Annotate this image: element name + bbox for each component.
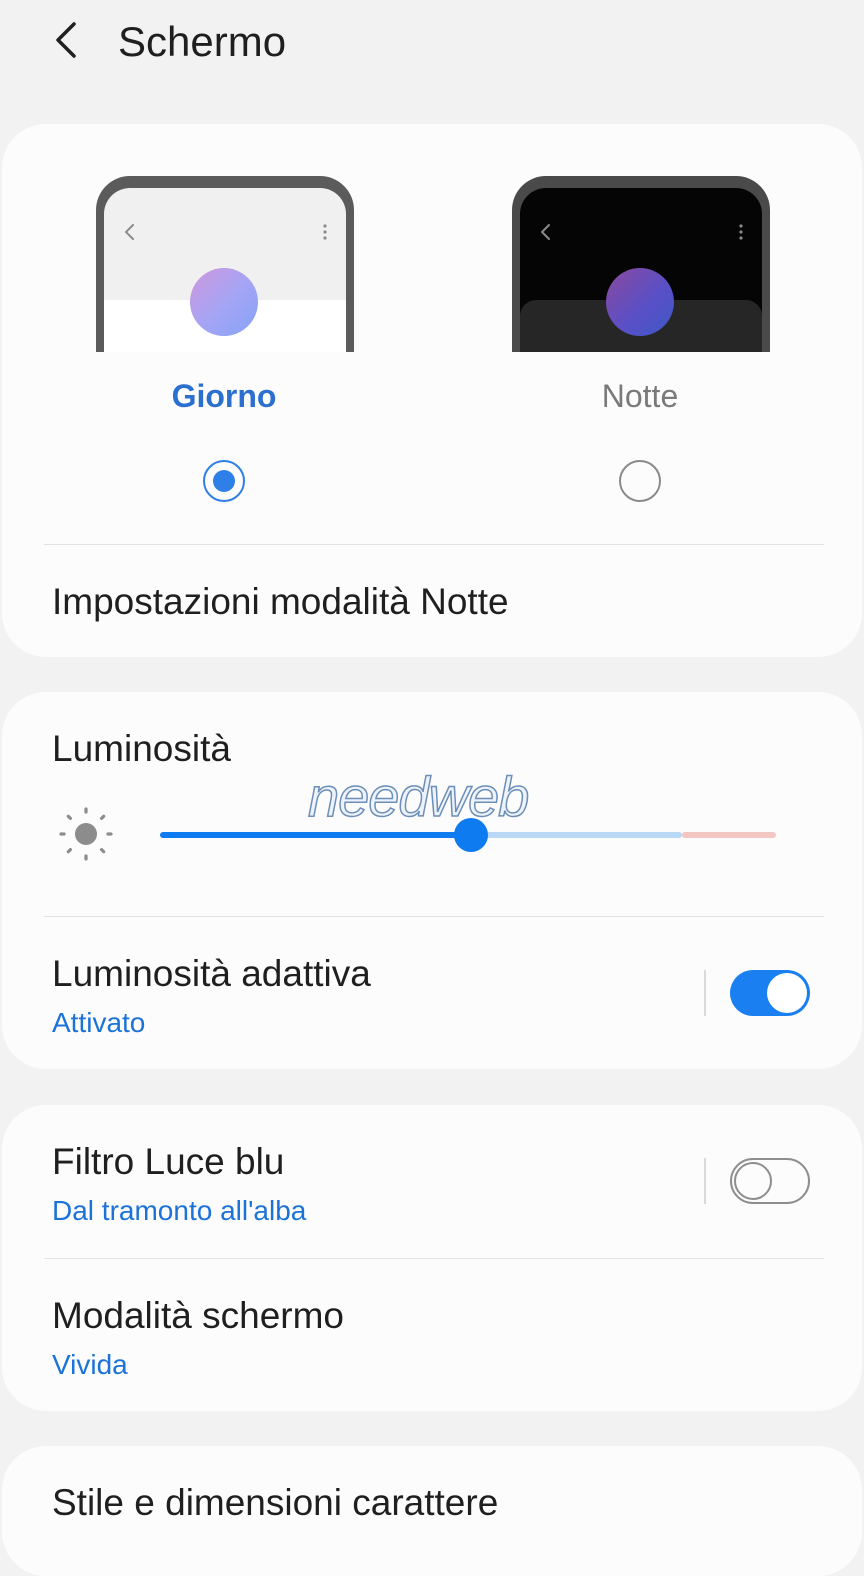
- night-theme-label: Notte: [601, 378, 679, 414]
- sun-icon: [59, 807, 113, 861]
- chevron-left-icon: [56, 22, 76, 58]
- brightness-card: Luminosità needweb Luminosità adattiva A…: [2, 692, 862, 1069]
- page-title: Schermo: [118, 18, 287, 65]
- brightness-title: Luminosità: [52, 728, 231, 769]
- font-card: Stile e dimensioni carattere: [2, 1446, 862, 1576]
- adaptive-brightness-label: Luminosità adattiva: [52, 953, 371, 994]
- blue-light-filter-status: Dal tramonto all'alba: [52, 1195, 307, 1226]
- theme-option-night[interactable]: Notte: [490, 174, 790, 554]
- adaptive-brightness-toggle[interactable]: [730, 970, 810, 1016]
- screen-mode-item[interactable]: Modalità schermo Vivida: [2, 1259, 862, 1411]
- more-vertical-icon: [323, 224, 327, 240]
- back-button[interactable]: [46, 18, 90, 62]
- vertical-separator: [704, 1158, 706, 1204]
- vertical-separator: [704, 970, 706, 1016]
- chevron-left-icon: [125, 224, 134, 240]
- day-theme-preview: [96, 176, 354, 352]
- slider-track-filled: [160, 832, 470, 838]
- toggle-knob: [734, 1162, 772, 1200]
- night-theme-preview: [512, 176, 770, 352]
- slider-track-high: [682, 832, 776, 838]
- blue-light-filter-item[interactable]: Filtro Luce blu Dal tramonto all'alba: [2, 1105, 862, 1258]
- more-vertical-icon: [739, 224, 743, 240]
- watermark: needweb: [307, 764, 530, 829]
- night-theme-radio[interactable]: [619, 460, 661, 502]
- screen-mode-label: Modalità schermo: [52, 1295, 345, 1336]
- blue-light-filter-toggle[interactable]: [730, 1158, 810, 1204]
- day-theme-label: Giorno: [171, 378, 277, 414]
- display-card: Filtro Luce blu Dal tramonto all'alba Mo…: [2, 1105, 862, 1411]
- preview-orb: [606, 268, 674, 336]
- night-mode-settings-item[interactable]: Impostazioni modalità Notte: [2, 545, 862, 657]
- theme-card: Giorno Notte Impostazioni modalità Notte: [2, 124, 862, 657]
- screen-mode-value: Vivida: [52, 1349, 128, 1380]
- toggle-knob: [767, 973, 807, 1013]
- day-theme-radio[interactable]: [203, 460, 245, 502]
- chevron-left-icon: [541, 224, 550, 240]
- adaptive-brightness-status: Attivato: [52, 1007, 146, 1038]
- blue-light-filter-label: Filtro Luce blu: [52, 1141, 285, 1182]
- app-bar: Schermo: [0, 0, 864, 90]
- night-mode-settings-label: Impostazioni modalità Notte: [52, 581, 509, 622]
- preview-orb: [190, 268, 258, 336]
- adaptive-brightness-item[interactable]: Luminosità adattiva Attivato: [2, 917, 862, 1069]
- font-style-label: Stile e dimensioni carattere: [52, 1482, 499, 1523]
- theme-option-day[interactable]: Giorno: [74, 174, 374, 554]
- font-style-item[interactable]: Stile e dimensioni carattere: [2, 1446, 862, 1576]
- slider-track-remaining: [470, 832, 682, 838]
